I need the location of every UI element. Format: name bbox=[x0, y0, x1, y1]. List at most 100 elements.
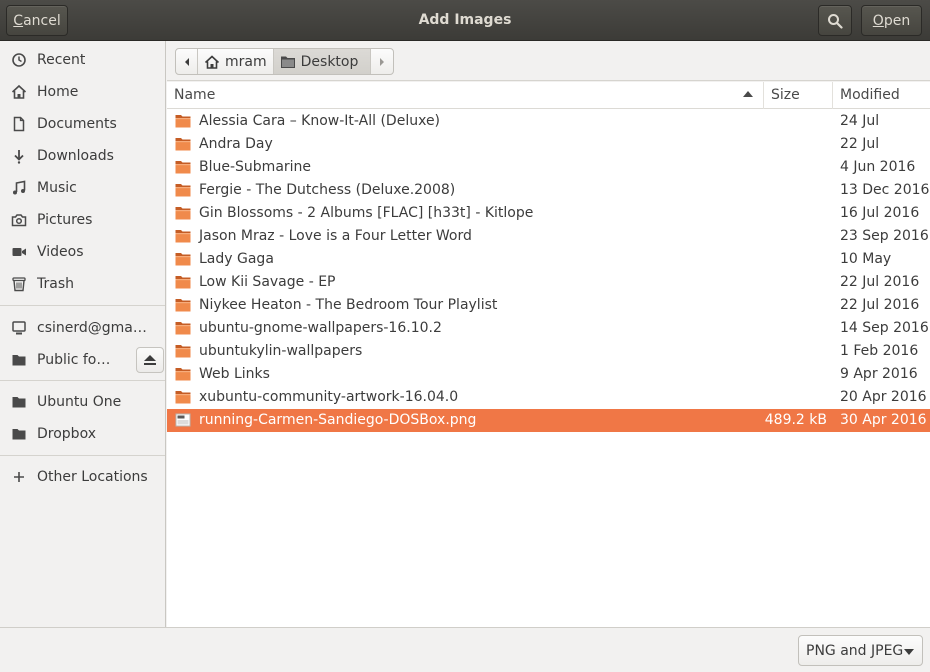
sidebar-item-videos[interactable]: Videos bbox=[0, 237, 165, 267]
file-size bbox=[764, 156, 827, 179]
file-modified: 24 Jul bbox=[840, 113, 880, 129]
sidebar-item-documents[interactable]: Documents bbox=[0, 109, 165, 139]
sidebar-item-label: Home bbox=[37, 84, 79, 100]
file-name: Andra Day bbox=[199, 136, 273, 152]
file-name: ubuntukylin-wallpapers bbox=[199, 343, 363, 359]
file-row[interactable]: Blue-Submarine 4 Jun 2016 bbox=[167, 156, 930, 179]
file-row[interactable]: Web Links 9 Apr 2016 bbox=[167, 363, 930, 386]
sidebar-item-label: Dropbox bbox=[37, 426, 96, 442]
folder-icon bbox=[175, 114, 191, 128]
file-row[interactable]: Jason Mraz - Love is a Four Letter Word 2… bbox=[167, 225, 930, 248]
sidebar-item-trash[interactable]: Trash bbox=[0, 269, 165, 299]
folder-icon bbox=[9, 352, 29, 368]
file-size bbox=[764, 317, 827, 340]
plus-icon bbox=[9, 470, 29, 484]
sidebar-separator bbox=[0, 305, 165, 306]
open-button[interactable]: Open bbox=[861, 5, 922, 36]
sidebar-item-pictures[interactable]: Pictures bbox=[0, 205, 165, 235]
video-icon bbox=[9, 244, 29, 260]
file-row[interactable]: xubuntu-community-artwork-16.04.0 20 Apr … bbox=[167, 386, 930, 409]
column-header-row: Name Size Modified bbox=[167, 82, 930, 109]
file-row[interactable]: Alessia Cara – Know-It-All (Deluxe) 24 Ju… bbox=[167, 110, 930, 133]
home-icon bbox=[9, 84, 29, 100]
sidebar-item-public-folder[interactable]: Public fo… bbox=[0, 345, 130, 375]
file-modified: 30 Apr 2016 bbox=[840, 412, 927, 428]
file-row[interactable]: Fergie - The Dutchess (Deluxe.2008) 13 De… bbox=[167, 179, 930, 202]
cancel-button[interactable]: Cancel bbox=[6, 5, 68, 36]
chevron-left-icon bbox=[184, 57, 189, 66]
folder-icon bbox=[175, 321, 191, 335]
sidebar-item-label: Other Locations bbox=[37, 469, 148, 485]
file-size bbox=[764, 202, 827, 225]
column-header-modified[interactable]: Modified bbox=[833, 82, 930, 109]
sidebar-item-label: Documents bbox=[37, 116, 117, 132]
file-row[interactable]: Low Kii Savage - EP 22 Jul 2016 bbox=[167, 271, 930, 294]
places-sidebar: Recent Home Documents Downloads Music Pi… bbox=[0, 41, 166, 627]
file-name: Jason Mraz - Love is a Four Letter Word bbox=[199, 228, 472, 244]
path-button-home[interactable]: mram bbox=[198, 49, 274, 74]
bottom-bar: PNG and JPEG bbox=[0, 627, 930, 672]
column-header-size[interactable]: Size bbox=[764, 82, 833, 109]
dialog-title: Add Images bbox=[418, 12, 512, 28]
header-bar: Cancel Add Images Open bbox=[0, 0, 930, 41]
column-header-name[interactable]: Name bbox=[167, 82, 764, 109]
sidebar-item-label: Downloads bbox=[37, 148, 114, 164]
path-scroll-left-button[interactable] bbox=[176, 49, 198, 74]
path-bar: mram Desktop bbox=[167, 41, 930, 81]
network-account-icon bbox=[9, 320, 29, 336]
sidebar-item-network-account[interactable]: csinerd@gma… bbox=[0, 313, 165, 343]
file-name: running-Carmen-Sandiego-DOSBox.png bbox=[199, 412, 477, 428]
file-row[interactable]: ubuntukylin-wallpapers 1 Feb 2016 bbox=[167, 340, 930, 363]
file-filter-combo[interactable]: PNG and JPEG bbox=[798, 635, 923, 666]
file-size bbox=[764, 386, 827, 409]
file-modified: 22 Jul bbox=[840, 136, 880, 152]
file-size bbox=[764, 271, 827, 294]
file-row[interactable]: ubuntu-gnome-wallpapers-16.10.2 14 Sep 20… bbox=[167, 317, 930, 340]
file-size bbox=[764, 294, 827, 317]
path-button-label: Desktop bbox=[300, 53, 359, 70]
file-filter-label: PNG and JPEG bbox=[806, 642, 904, 659]
folder-icon bbox=[175, 160, 191, 174]
file-size bbox=[764, 133, 827, 156]
sidebar-item-label: Trash bbox=[37, 276, 74, 292]
folder-icon bbox=[175, 298, 191, 312]
file-modified: 22 Jul 2016 bbox=[840, 297, 920, 313]
file-name: Blue-Submarine bbox=[199, 159, 312, 175]
sidebar-item-other-locations[interactable]: Other Locations bbox=[0, 462, 165, 492]
file-row[interactable]: Andra Day 22 Jul bbox=[167, 133, 930, 156]
folder-icon bbox=[9, 426, 29, 442]
sidebar-item-home[interactable]: Home bbox=[0, 77, 165, 107]
file-modified: 20 Apr 2016 bbox=[840, 389, 927, 405]
search-button[interactable] bbox=[818, 5, 852, 36]
sidebar-item-downloads[interactable]: Downloads bbox=[0, 141, 165, 171]
sidebar-separator bbox=[0, 455, 165, 456]
column-header-label: Modified bbox=[840, 87, 900, 103]
file-row[interactable]: Lady Gaga 10 May bbox=[167, 248, 930, 271]
file-size bbox=[764, 225, 827, 248]
path-button-desktop[interactable]: Desktop bbox=[273, 49, 372, 74]
folder-icon bbox=[175, 390, 191, 404]
sidebar-item-ubuntu-one[interactable]: Ubuntu One bbox=[0, 387, 165, 417]
file-size bbox=[764, 179, 827, 202]
sidebar-item-dropbox[interactable]: Dropbox bbox=[0, 419, 165, 449]
file-size bbox=[764, 363, 827, 386]
sidebar-separator bbox=[0, 380, 165, 381]
file-row[interactable]: Gin Blossoms - 2 Albums [FLAC] [h33t] - … bbox=[167, 202, 930, 225]
file-list[interactable]: Name Size Modified Alessia Cara – Know-I… bbox=[167, 82, 930, 627]
music-icon bbox=[9, 180, 29, 196]
file-row[interactable]: Niykee Heaton - The Bedroom Tour Playlis… bbox=[167, 294, 930, 317]
folder-icon bbox=[280, 55, 296, 69]
folder-icon bbox=[9, 394, 29, 410]
eject-button[interactable] bbox=[136, 347, 164, 373]
trash-icon bbox=[9, 276, 29, 292]
sidebar-item-recent[interactable]: Recent bbox=[0, 45, 165, 75]
file-modified: 22 Jul 2016 bbox=[840, 274, 920, 290]
file-row[interactable]: running-Carmen-Sandiego-DOSBox.png 489.2 … bbox=[167, 409, 930, 432]
chevron-down-icon bbox=[904, 649, 914, 655]
sidebar-item-label: Pictures bbox=[37, 212, 93, 228]
camera-icon bbox=[9, 212, 29, 228]
folder-icon bbox=[175, 183, 191, 197]
sidebar-item-music[interactable]: Music bbox=[0, 173, 165, 203]
file-name: Gin Blossoms - 2 Albums [FLAC] [h33t] - … bbox=[199, 205, 534, 221]
path-scroll-right-button[interactable] bbox=[371, 49, 393, 74]
